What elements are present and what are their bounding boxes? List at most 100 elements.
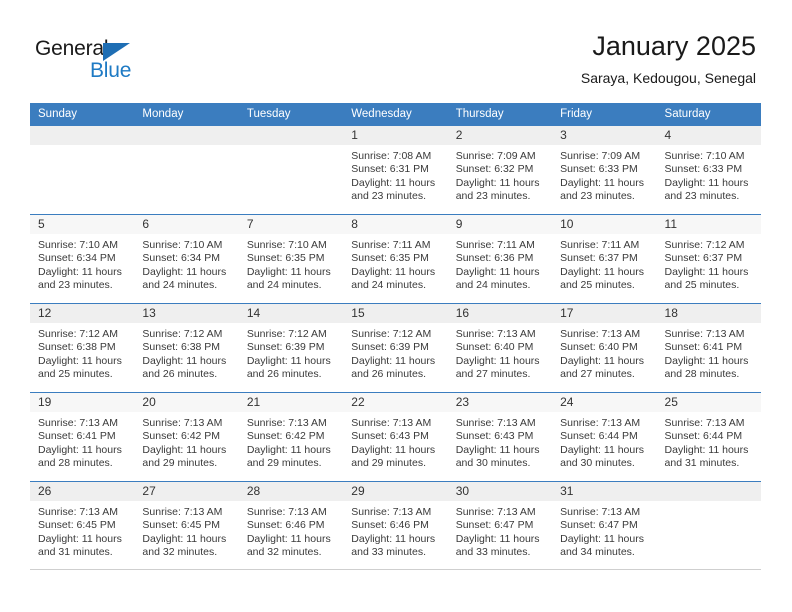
sunset-text: Sunset: 6:37 PM bbox=[664, 252, 743, 265]
day-cell[interactable]: 1 Sunrise: 7:08 AM Sunset: 6:31 PM Daylight… bbox=[343, 126, 448, 214]
day-details: Sunrise: 7:13 AM Sunset: 6:41 PM Daylight:… bbox=[657, 323, 761, 382]
sunrise-text: Sunrise: 7:08 AM bbox=[351, 150, 432, 162]
generalblue-logo[interactable]: General Blue bbox=[35, 37, 175, 85]
daylight-text-line2: and 32 minutes. bbox=[142, 546, 218, 559]
day-cell[interactable]: 6 Sunrise: 7:10 AM Sunset: 6:34 PM Daylight… bbox=[134, 215, 239, 303]
day-cell[interactable]: 3 Sunrise: 7:09 AM Sunset: 6:33 PM Daylight… bbox=[552, 126, 657, 214]
day-number: 3 bbox=[560, 128, 567, 142]
day-cell[interactable]: 23 Sunrise: 7:13 AM Sunset: 6:43 PM Dayligh… bbox=[447, 393, 553, 481]
day-number-bar: 10 bbox=[552, 215, 657, 234]
day-cell[interactable]: 22 Sunrise: 7:13 AM Sunset: 6:43 PM Dayligh… bbox=[343, 393, 448, 481]
daylight-text-line2: and 33 minutes. bbox=[351, 546, 426, 559]
day-cell[interactable]: 9 Sunrise: 7:11 AM Sunset: 6:36 PM Daylight… bbox=[447, 215, 553, 303]
daylight-text-line1: Daylight: 11 hours bbox=[455, 265, 540, 278]
day-cell[interactable]: 29 Sunrise: 7:13 AM Sunset: 6:46 PM Dayligh… bbox=[343, 482, 448, 569]
sunrise-text: Sunrise: 7:13 AM bbox=[664, 328, 745, 340]
day-cell[interactable]: 16 Sunrise: 7:13 AM Sunset: 6:40 PM Dayligh… bbox=[447, 304, 553, 392]
sunset-text: Sunset: 6:43 PM bbox=[351, 430, 429, 443]
week-row: 5 Sunrise: 7:10 AM Sunset: 6:34 PM Daylight… bbox=[30, 214, 761, 303]
sunset-text: Sunset: 6:37 PM bbox=[560, 252, 638, 265]
day-number: 22 bbox=[351, 395, 365, 409]
day-cell[interactable]: 20 Sunrise: 7:13 AM Sunset: 6:42 PM Dayligh… bbox=[134, 393, 239, 481]
daylight-text-line1: Daylight: 11 hours bbox=[142, 532, 227, 545]
sunset-text: Sunset: 6:32 PM bbox=[455, 163, 534, 176]
day-details: Sunrise: 7:10 AM Sunset: 6:33 PM Daylight:… bbox=[657, 145, 761, 204]
day-number-bar: 29 bbox=[343, 482, 448, 501]
day-cell[interactable]: 27 Sunrise: 7:13 AM Sunset: 6:45 PM Dayligh… bbox=[134, 482, 239, 569]
day-cell[interactable]: 19 Sunrise: 7:13 AM Sunset: 6:41 PM Dayligh… bbox=[30, 393, 135, 481]
day-cell[interactable]: 7 Sunrise: 7:10 AM Sunset: 6:35 PM Daylight… bbox=[238, 215, 344, 303]
day-details: Sunrise: 7:10 AM Sunset: 6:34 PM Daylight:… bbox=[134, 234, 238, 293]
day-details: Sunrise: 7:13 AM Sunset: 6:43 PM Daylight:… bbox=[448, 412, 552, 471]
week-row: 12 Sunrise: 7:12 AM Sunset: 6:38 PM Dayligh… bbox=[30, 303, 761, 392]
day-details bbox=[657, 501, 761, 506]
day-cell[interactable]: 15 Sunrise: 7:12 AM Sunset: 6:39 PM Dayligh… bbox=[343, 304, 448, 392]
daylight-text-line2: and 31 minutes. bbox=[38, 546, 113, 559]
day-number-bar: 11 bbox=[656, 215, 761, 234]
day-cell[interactable]: 25 Sunrise: 7:13 AM Sunset: 6:44 PM Dayligh… bbox=[656, 393, 761, 481]
daylight-text-line2: and 33 minutes. bbox=[455, 546, 531, 559]
day-details: Sunrise: 7:13 AM Sunset: 6:43 PM Daylight:… bbox=[343, 412, 447, 471]
day-number-bar: 22 bbox=[343, 393, 448, 412]
daylight-text-line2: and 28 minutes. bbox=[664, 368, 740, 381]
day-cell-empty bbox=[134, 126, 239, 214]
daylight-text-line2: and 24 minutes. bbox=[142, 279, 218, 292]
sunrise-text: Sunrise: 7:13 AM bbox=[351, 506, 432, 518]
daylight-text-line1: Daylight: 11 hours bbox=[38, 532, 122, 545]
sunrise-text: Sunrise: 7:10 AM bbox=[38, 239, 118, 251]
day-number-bar: 2 bbox=[447, 126, 553, 145]
day-cell[interactable]: 18 Sunrise: 7:13 AM Sunset: 6:41 PM Dayligh… bbox=[656, 304, 761, 392]
day-number-bar: 18 bbox=[656, 304, 761, 323]
day-cell[interactable]: 4 Sunrise: 7:10 AM Sunset: 6:33 PM Daylight… bbox=[656, 126, 761, 214]
day-number: 26 bbox=[38, 484, 52, 498]
day-number-bar: 6 bbox=[134, 215, 239, 234]
day-number: 21 bbox=[246, 395, 261, 409]
day-cell[interactable]: 5 Sunrise: 7:10 AM Sunset: 6:34 PM Daylight… bbox=[30, 215, 135, 303]
daylight-text-line1: Daylight: 11 hours bbox=[560, 443, 644, 456]
daylight-text-line2: and 27 minutes. bbox=[455, 368, 531, 381]
day-number-bar: 24 bbox=[552, 393, 657, 412]
day-cell[interactable]: 31 Sunrise: 7:13 AM Sunset: 6:47 PM Dayligh… bbox=[552, 482, 657, 569]
day-cell[interactable]: 2 Sunrise: 7:09 AM Sunset: 6:32 PM Daylight… bbox=[447, 126, 553, 214]
sunrise-text: Sunrise: 7:11 AM bbox=[560, 239, 640, 251]
daylight-text-line2: and 23 minutes. bbox=[455, 190, 531, 203]
daylight-text-line2: and 29 minutes. bbox=[351, 457, 426, 470]
sunrise-text: Sunrise: 7:13 AM bbox=[38, 417, 118, 429]
day-number: 11 bbox=[664, 217, 677, 231]
day-details: Sunrise: 7:12 AM Sunset: 6:39 PM Daylight:… bbox=[343, 323, 447, 382]
sunset-text: Sunset: 6:45 PM bbox=[38, 519, 116, 532]
sunrise-text: Sunrise: 7:09 AM bbox=[455, 150, 536, 162]
sunset-text: Sunset: 6:46 PM bbox=[246, 519, 325, 532]
sunset-text: Sunset: 6:34 PM bbox=[38, 252, 116, 265]
day-details: Sunrise: 7:13 AM Sunset: 6:40 PM Daylight:… bbox=[552, 323, 656, 382]
day-number: 6 bbox=[142, 217, 150, 231]
week-row: 1 Sunrise: 7:08 AM Sunset: 6:31 PM Daylight… bbox=[30, 125, 761, 214]
day-cell[interactable]: 12 Sunrise: 7:12 AM Sunset: 6:38 PM Dayligh… bbox=[30, 304, 135, 392]
daylight-text-line2: and 24 minutes. bbox=[455, 279, 531, 292]
day-cell[interactable]: 11 Sunrise: 7:12 AM Sunset: 6:37 PM Dayligh… bbox=[656, 215, 761, 303]
day-cell[interactable]: 24 Sunrise: 7:13 AM Sunset: 6:44 PM Dayligh… bbox=[552, 393, 657, 481]
sunrise-text: Sunrise: 7:13 AM bbox=[560, 506, 641, 518]
day-number-bar: 28 bbox=[238, 482, 344, 501]
daylight-text-line1: Daylight: 11 hours bbox=[351, 443, 436, 456]
day-cell[interactable]: 8 Sunrise: 7:11 AM Sunset: 6:35 PM Daylight… bbox=[343, 215, 448, 303]
daylight-text-line1: Daylight: 11 hours bbox=[560, 532, 644, 545]
sunrise-text: Sunrise: 7:13 AM bbox=[455, 328, 536, 340]
day-number: 2 bbox=[455, 128, 463, 142]
day-number: 28 bbox=[246, 484, 261, 498]
day-cell[interactable]: 10 Sunrise: 7:11 AM Sunset: 6:37 PM Dayligh… bbox=[552, 215, 657, 303]
day-cell[interactable]: 17 Sunrise: 7:13 AM Sunset: 6:40 PM Dayligh… bbox=[552, 304, 657, 392]
day-cell[interactable]: 30 Sunrise: 7:13 AM Sunset: 6:47 PM Dayligh… bbox=[447, 482, 553, 569]
sunset-text: Sunset: 6:36 PM bbox=[455, 252, 534, 265]
day-cell[interactable]: 26 Sunrise: 7:13 AM Sunset: 6:45 PM Dayligh… bbox=[30, 482, 135, 569]
sunset-text: Sunset: 6:35 PM bbox=[351, 252, 429, 265]
day-cell[interactable]: 21 Sunrise: 7:13 AM Sunset: 6:42 PM Dayligh… bbox=[238, 393, 344, 481]
day-cell[interactable]: 13 Sunrise: 7:12 AM Sunset: 6:38 PM Dayligh… bbox=[134, 304, 239, 392]
day-number: 9 bbox=[455, 217, 463, 231]
day-cell[interactable]: 14 Sunrise: 7:12 AM Sunset: 6:39 PM Dayligh… bbox=[238, 304, 344, 392]
sunrise-text: Sunrise: 7:13 AM bbox=[246, 506, 327, 518]
day-number: 15 bbox=[351, 306, 365, 320]
day-cell[interactable]: 28 Sunrise: 7:13 AM Sunset: 6:46 PM Dayligh… bbox=[238, 482, 344, 569]
sunrise-text: Sunrise: 7:12 AM bbox=[38, 328, 118, 340]
location-subtitle: Saraya, Kedougou, Senegal bbox=[580, 70, 756, 86]
